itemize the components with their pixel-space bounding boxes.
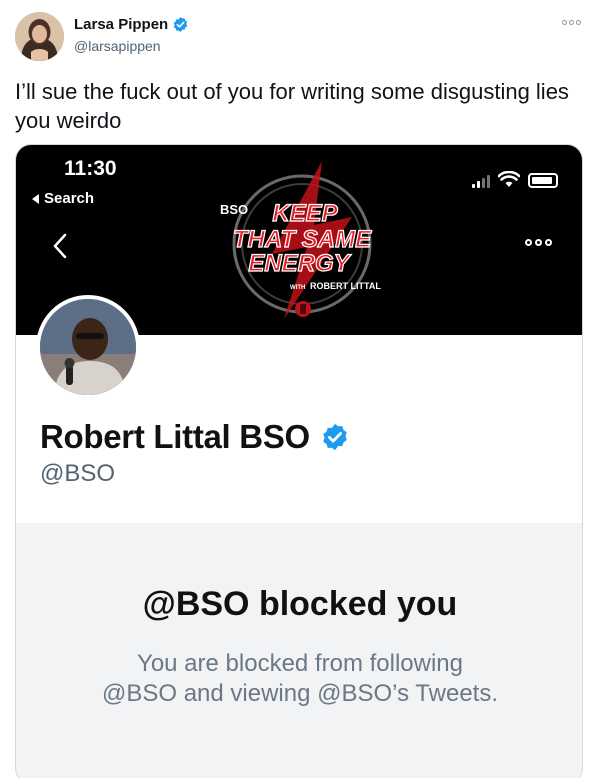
blocked-description: You are blocked from following @BSO and … bbox=[16, 649, 582, 709]
tweet-header: Larsa Pippen @larsapippen bbox=[13, 12, 585, 62]
verified-badge-icon bbox=[174, 17, 188, 32]
profile-name: Robert Littal BSO bbox=[40, 418, 310, 455]
tweet-text: I’ll sue the fuck out of you for writing… bbox=[15, 79, 569, 133]
logo-line3: ENERGY bbox=[248, 250, 351, 277]
battery-icon bbox=[528, 173, 558, 188]
profile-name-row: Robert Littal BSO bbox=[40, 418, 350, 456]
author-name[interactable]: Larsa Pippen bbox=[74, 16, 168, 33]
author-handle[interactable]: @larsapippen bbox=[74, 38, 161, 54]
logo-line1: KEEP bbox=[272, 200, 338, 227]
verified-badge-icon bbox=[323, 423, 347, 451]
keep-that-same-energy-logo: BSO KEEP THAT SAME ENERGY WITH ROBERT LI… bbox=[220, 161, 381, 319]
status-time: 11:30 bbox=[64, 157, 117, 180]
logo-with: WITH bbox=[290, 285, 305, 291]
chevron-left-icon bbox=[53, 233, 67, 259]
banner-more-icon bbox=[525, 239, 552, 246]
logo-host: ROBERT LITTAL bbox=[310, 281, 381, 291]
status-icons bbox=[472, 171, 558, 188]
back-search-label: Search bbox=[44, 190, 95, 207]
logo-prefix: BSO bbox=[220, 202, 248, 217]
author-avatar[interactable] bbox=[15, 12, 64, 61]
blocked-description-line2: @BSO and viewing @BSO’s Tweets. bbox=[101, 680, 498, 707]
profile-handle: @BSO bbox=[40, 460, 116, 487]
back-arrow-icon bbox=[32, 193, 39, 204]
tweet-media-image[interactable]: 11:30 Search BSO KEEP THAT SAME ENERGY W… bbox=[15, 144, 583, 778]
blocked-title: @BSO blocked you bbox=[142, 585, 458, 623]
blocked-description-line1: You are blocked from following bbox=[137, 650, 463, 677]
wifi-icon bbox=[498, 171, 520, 187]
signal-icon bbox=[472, 175, 490, 188]
more-icon[interactable] bbox=[561, 16, 581, 28]
back-to-search: Search bbox=[32, 190, 94, 207]
logo-line2: THAT SAME bbox=[233, 226, 372, 253]
profile-avatar bbox=[36, 295, 140, 399]
author-name-row: Larsa Pippen bbox=[74, 16, 189, 33]
